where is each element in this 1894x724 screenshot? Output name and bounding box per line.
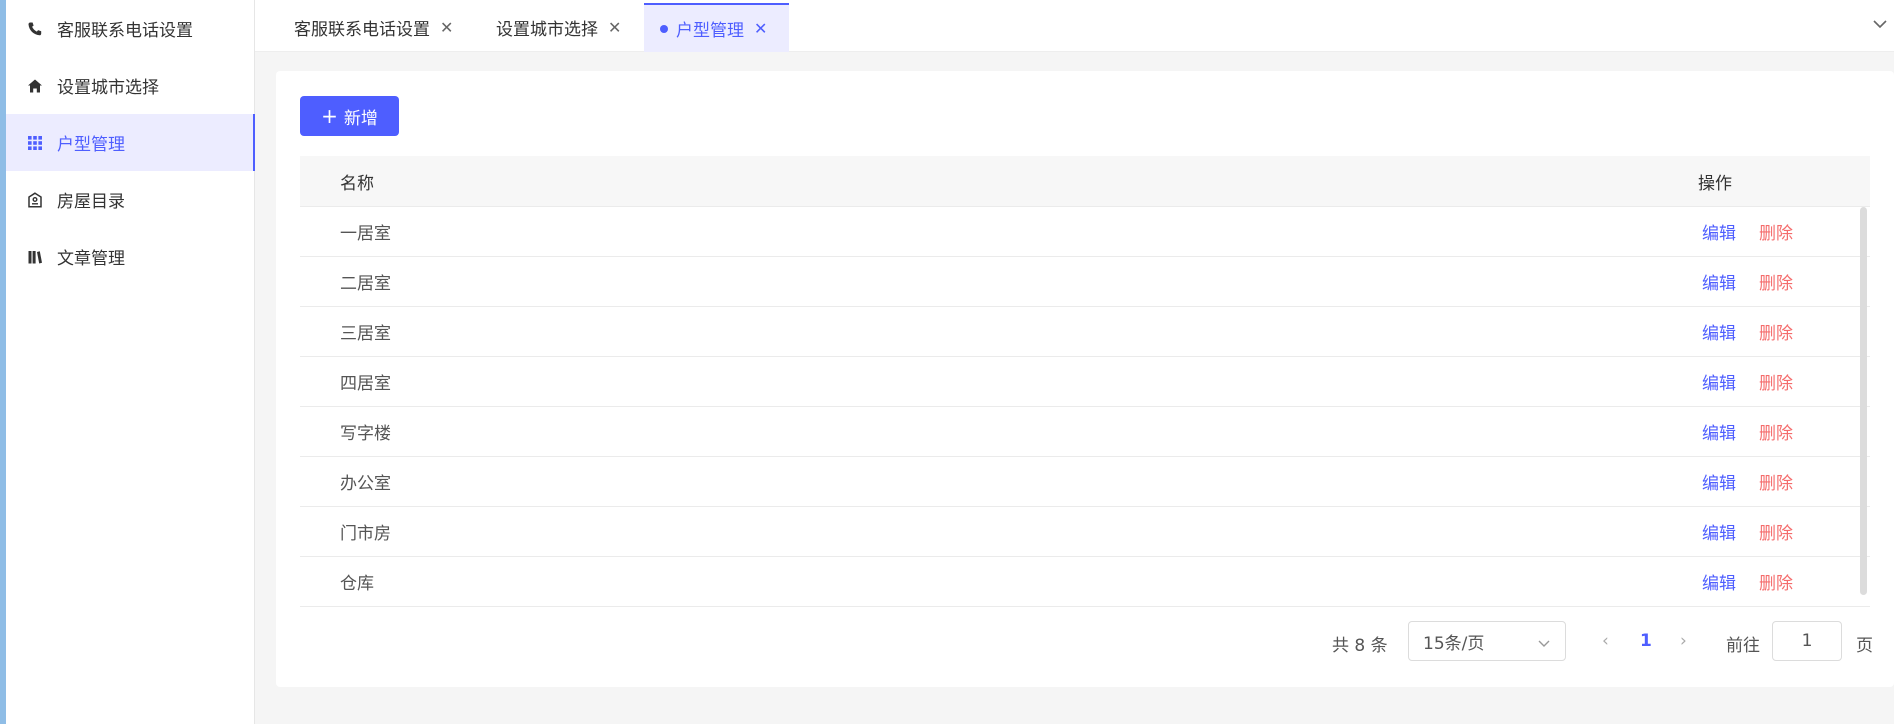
delete-link[interactable]: 删除 <box>1759 519 1793 544</box>
sidebar-item-label: 房屋目录 <box>57 192 125 212</box>
delete-link[interactable]: 删除 <box>1759 269 1793 294</box>
delete-link[interactable]: 删除 <box>1759 569 1793 594</box>
cell-name: 门市房 <box>340 524 391 544</box>
plus-icon: + <box>321 104 338 128</box>
books-icon <box>26 248 44 266</box>
cell-name: 仓库 <box>340 574 374 594</box>
tab-label: 客服联系电话设置 <box>294 20 430 40</box>
table-row: 办公室 编辑 删除 <box>300 457 1870 507</box>
grid-icon <box>26 134 44 152</box>
sidebar-item-house-catalog[interactable]: 房屋目录 <box>6 171 254 228</box>
active-dot-icon <box>660 24 668 33</box>
sidebar-item-label: 文章管理 <box>57 249 125 269</box>
edit-link[interactable]: 编辑 <box>1702 419 1736 444</box>
sidebar-item-label: 设置城市选择 <box>57 78 159 98</box>
column-header-name: 名称 <box>340 173 374 194</box>
tab-label: 设置城市选择 <box>496 20 598 40</box>
page-size-value: 15条/页 <box>1423 633 1485 654</box>
close-icon[interactable]: ✕ <box>440 18 453 37</box>
delete-link[interactable]: 删除 <box>1759 369 1793 394</box>
tab-label: 户型管理 <box>676 21 744 41</box>
tab-city-select[interactable]: 设置城市选择 ✕ <box>496 3 621 52</box>
cell-name: 二居室 <box>340 274 391 294</box>
cell-name: 四居室 <box>340 374 391 394</box>
tab-room-type[interactable]: 户型管理 ✕ <box>644 3 789 52</box>
home-icon <box>26 77 44 95</box>
tab-bar: 客服联系电话设置 ✕ 设置城市选择 ✕ 户型管理 ✕ <box>255 0 1894 52</box>
cell-name: 办公室 <box>340 474 391 494</box>
delete-link[interactable]: 删除 <box>1759 419 1793 444</box>
table-row: 三居室 编辑 删除 <box>300 307 1870 357</box>
table-row: 二居室 编辑 删除 <box>300 257 1870 307</box>
page-size-select[interactable]: 15条/页 <box>1408 621 1566 661</box>
edit-link[interactable]: 编辑 <box>1702 519 1736 544</box>
add-button-label: 新增 <box>343 108 378 129</box>
sidebar: 客服联系电话设置 设置城市选择 户型管理 房屋目录 文章管理 <box>6 0 255 724</box>
table-row: 门市房 编辑 删除 <box>300 507 1870 557</box>
goto-label: 前往 <box>1726 636 1760 656</box>
chevron-down-icon <box>1537 635 1551 649</box>
sidebar-item-room-type[interactable]: 户型管理 <box>6 114 255 171</box>
close-icon[interactable]: ✕ <box>608 18 621 37</box>
goto-page-input[interactable] <box>1772 621 1842 661</box>
edit-link[interactable]: 编辑 <box>1702 219 1736 244</box>
page-unit-label: 页 <box>1856 636 1873 656</box>
edit-link[interactable]: 编辑 <box>1702 569 1736 594</box>
edit-link[interactable]: 编辑 <box>1702 269 1736 294</box>
sidebar-item-articles[interactable]: 文章管理 <box>6 228 254 285</box>
delete-link[interactable]: 删除 <box>1759 219 1793 244</box>
table-row: 一居室 编辑 删除 <box>300 207 1870 257</box>
pagination: 共 8 条 15条/页 ‹ 1 › 前往 页 <box>276 621 1873 661</box>
sidebar-item-label: 户型管理 <box>57 135 125 155</box>
table-row: 四居室 编辑 删除 <box>300 357 1870 407</box>
table-header: 名称 操作 <box>300 156 1870 207</box>
cell-name: 三居室 <box>340 324 391 344</box>
page-number-current[interactable]: 1 <box>1640 631 1652 651</box>
edit-link[interactable]: 编辑 <box>1702 369 1736 394</box>
prev-page-button[interactable]: ‹ <box>1602 631 1609 651</box>
column-header-ops: 操作 <box>1698 173 1732 194</box>
house-tag-icon <box>26 191 44 209</box>
sidebar-item-service-phone[interactable]: 客服联系电话设置 <box>6 0 254 57</box>
chevron-down-icon[interactable] <box>1870 14 1890 34</box>
phone-icon <box>26 20 44 38</box>
close-icon[interactable]: ✕ <box>754 19 767 38</box>
cell-name: 一居室 <box>340 224 391 244</box>
room-type-table: 名称 操作 一居室 编辑 删除 二居室 编辑 删除 三居室 编辑 删除 四居室 … <box>300 156 1870 607</box>
sidebar-item-label: 客服联系电话设置 <box>57 21 193 41</box>
add-button[interactable]: + 新增 <box>300 96 399 136</box>
sidebar-item-city-select[interactable]: 设置城市选择 <box>6 57 254 114</box>
table-row: 仓库 编辑 删除 <box>300 557 1870 607</box>
next-page-button[interactable]: › <box>1680 631 1687 651</box>
delete-link[interactable]: 删除 <box>1759 319 1793 344</box>
content-card: + 新增 名称 操作 一居室 编辑 删除 二居室 编辑 删除 三居室 编辑 删除… <box>276 71 1894 687</box>
tab-service-phone[interactable]: 客服联系电话设置 ✕ <box>294 3 453 52</box>
table-scrollbar[interactable] <box>1860 207 1867 595</box>
edit-link[interactable]: 编辑 <box>1702 469 1736 494</box>
delete-link[interactable]: 删除 <box>1759 469 1793 494</box>
table-row: 写字楼 编辑 删除 <box>300 407 1870 457</box>
cell-name: 写字楼 <box>340 424 391 444</box>
edit-link[interactable]: 编辑 <box>1702 319 1736 344</box>
pagination-total: 共 8 条 <box>1332 636 1388 656</box>
